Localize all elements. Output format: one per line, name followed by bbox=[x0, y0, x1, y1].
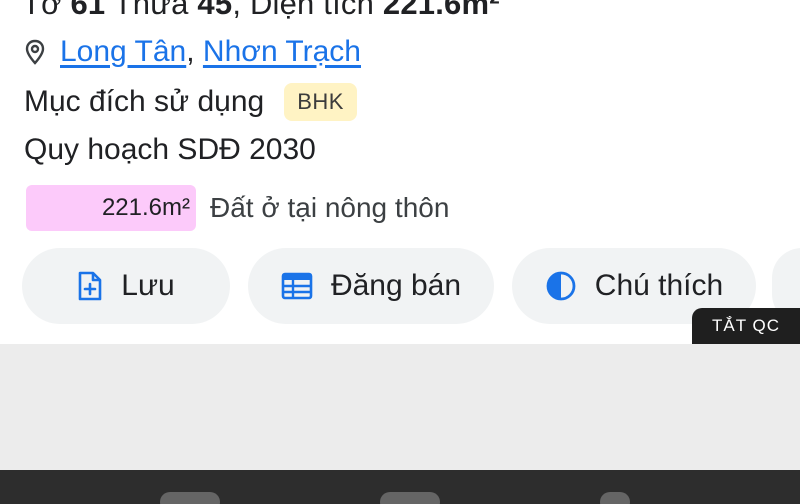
sheet-number: 61 bbox=[70, 0, 106, 21]
zone-description: Đất ở tại nông thôn bbox=[210, 192, 450, 223]
purpose-label: Mục đích sử dụng bbox=[24, 85, 265, 118]
parcel-info-sheet: Tờ 61 Thửa 45, Diện tích 221.6m² Long Tâ… bbox=[0, 0, 800, 344]
ward-link[interactable]: Long Tân bbox=[60, 35, 186, 69]
area-label: , Diện tích bbox=[232, 0, 383, 21]
district-link[interactable]: Nhơn Trạch bbox=[203, 35, 361, 69]
turn-off-ads-button[interactable]: TẮT QC bbox=[692, 308, 800, 344]
land-use-purpose-row: Mục đích sử dụng BHK bbox=[24, 82, 357, 122]
location-separator: , bbox=[186, 35, 195, 68]
bottom-navigation-bar bbox=[0, 470, 800, 504]
location-row: Long Tân, Nhơn Trạch bbox=[24, 34, 361, 70]
zone-area: 221.6m² bbox=[101, 194, 190, 221]
ad-placeholder-area bbox=[0, 344, 800, 470]
location-pin-icon bbox=[24, 39, 46, 65]
zone-row: 221.6m² Đất ở tại nông thôn bbox=[26, 185, 449, 231]
legend-label: Chú thích bbox=[594, 269, 724, 302]
purpose-code-badge: BHK bbox=[284, 83, 357, 121]
file-add-icon bbox=[78, 271, 102, 301]
parcel-number: 45 bbox=[197, 0, 233, 21]
plan-heading: Quy hoạch SDĐ 2030 bbox=[24, 133, 316, 166]
calendar-table-icon bbox=[281, 272, 313, 300]
nav-icon-partial[interactable] bbox=[380, 492, 440, 504]
zone-color-chip: 221.6m² bbox=[26, 185, 196, 231]
action-buttons: Lưu Đăng bán Chú thích bbox=[0, 248, 800, 324]
area-value: 221.6m² bbox=[382, 0, 500, 21]
parcel-title: Tờ 61 Thửa 45, Diện tích 221.6m² bbox=[22, 0, 500, 22]
contrast-icon bbox=[546, 271, 576, 301]
save-button[interactable]: Lưu bbox=[22, 248, 230, 324]
post-for-sale-label: Đăng bán bbox=[330, 269, 462, 302]
title-prefix: Tờ bbox=[22, 0, 71, 21]
post-for-sale-button[interactable]: Đăng bán bbox=[248, 248, 494, 324]
parcel-label: Thửa bbox=[105, 0, 198, 21]
nav-icon-partial[interactable] bbox=[160, 492, 220, 504]
save-label: Lưu bbox=[121, 269, 175, 302]
nav-icon-partial[interactable] bbox=[600, 492, 630, 504]
